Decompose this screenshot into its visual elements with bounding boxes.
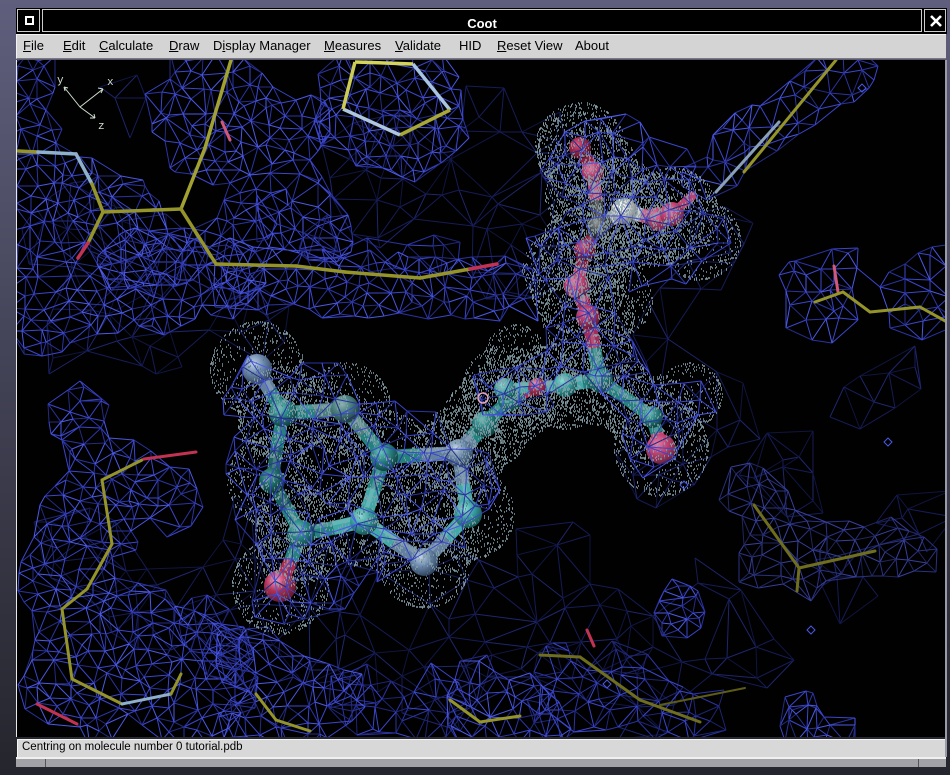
svg-text:z: z [98, 121, 105, 133]
svg-text:x: x [107, 77, 114, 89]
svg-text:y: y [57, 75, 64, 87]
